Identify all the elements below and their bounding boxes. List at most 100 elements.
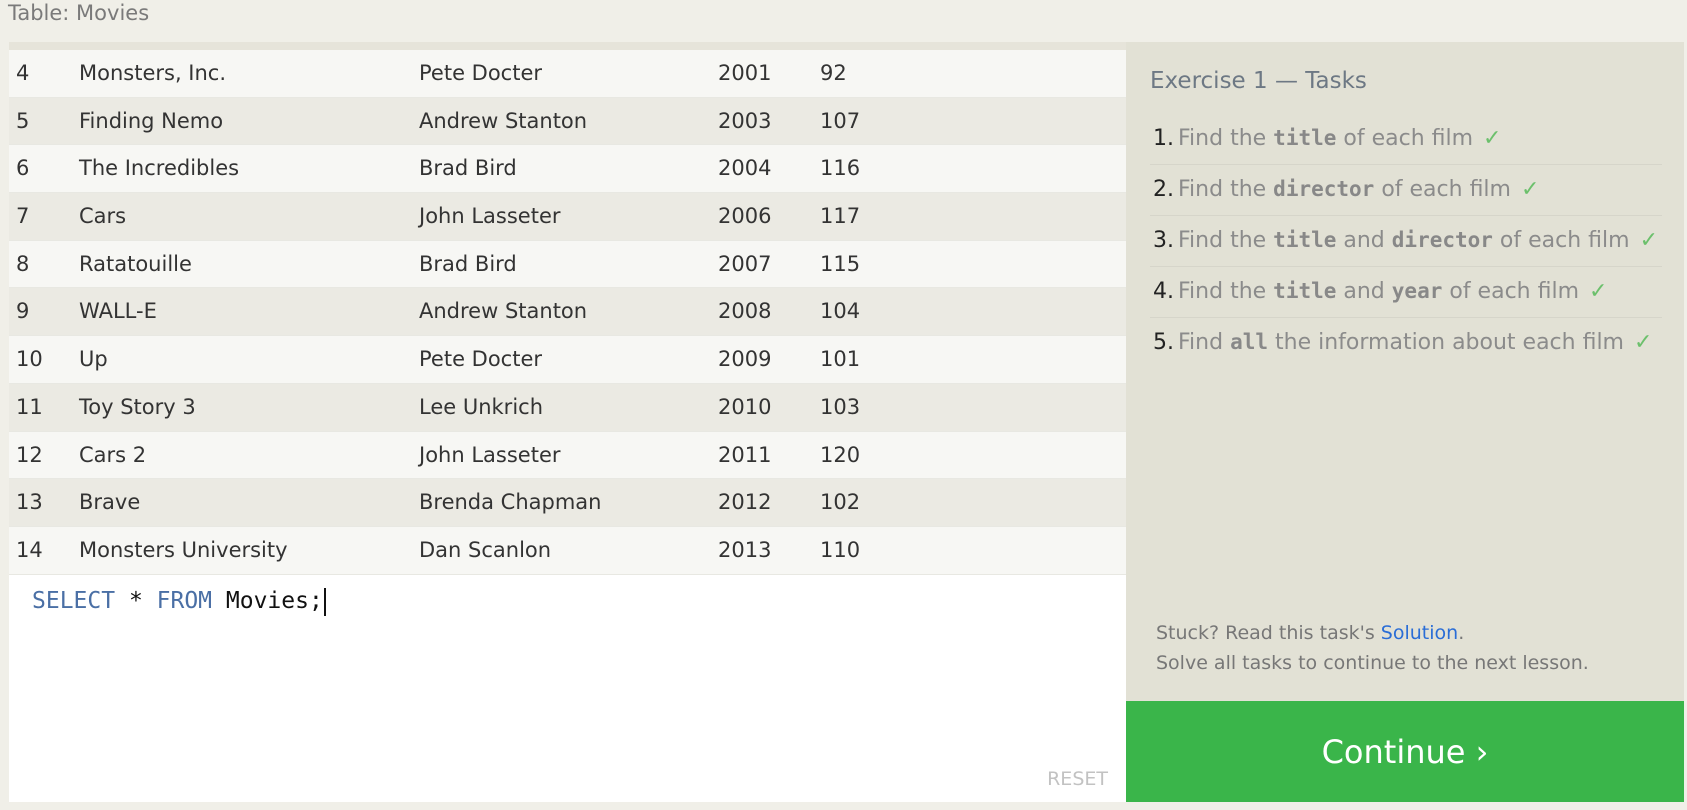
task-text: of each film <box>1492 228 1630 253</box>
task-code-term: all <box>1230 330 1269 354</box>
table-row: 8 Ratatouille Brad Bird 2007 115 <box>9 240 1126 289</box>
task-item: 5. Find all the information about each fi… <box>1150 318 1662 368</box>
task-text: the information about each film <box>1268 330 1624 355</box>
table-row: 6 The Incredibles Brad Bird 2004 116 <box>9 145 1126 194</box>
cell-length: 92 <box>820 61 847 85</box>
task-code-term: title <box>1273 126 1337 150</box>
task-panel-title: Exercise 1 — Tasks <box>1150 68 1367 94</box>
sql-keyword-from: FROM <box>156 588 213 614</box>
table-row: 11 Toy Story 3 Lee Unkrich 2010 103 <box>9 383 1126 432</box>
task-number: 3. <box>1153 228 1174 253</box>
cell-director: Pete Docter <box>419 61 543 85</box>
cell-year: 2006 <box>718 204 772 229</box>
cell-director: Lee Unkrich <box>419 394 544 419</box>
cell-length: 120 <box>820 442 861 467</box>
cell-id: 7 <box>16 204 30 229</box>
cell-year: 2009 <box>718 347 772 372</box>
task-text: of each film <box>1442 279 1579 304</box>
task-text: Find <box>1178 330 1231 355</box>
table-caption: Table: Movies <box>8 1 150 25</box>
solution-link[interactable]: Solution <box>1381 622 1458 644</box>
task-code-term: year <box>1391 279 1443 303</box>
cell-title: Cars <box>79 204 127 229</box>
sql-editor[interactable]: SELECT * FROM Movies; RESET <box>9 575 1126 802</box>
cell-id: 11 <box>16 394 43 419</box>
cell-id: 14 <box>16 537 43 562</box>
sql-table-name: Movies; <box>212 588 323 614</box>
cell-director: John Lasseter <box>419 442 561 467</box>
cell-length: 116 <box>820 156 861 181</box>
text-cursor <box>323 587 326 616</box>
cell-length: 117 <box>820 204 861 229</box>
cell-director: Pete Docter <box>419 347 543 372</box>
cell-director: Brad Bird <box>419 251 517 276</box>
checkmark-icon: ✓ <box>1589 279 1608 304</box>
cell-year: 2003 <box>718 108 772 133</box>
table-row: 10 Up Pete Docter 2009 101 <box>9 336 1126 384</box>
table-row: 7 Cars John Lasseter 2006 117 <box>9 193 1126 241</box>
continue-note: Solve all tasks to continue to the next … <box>1156 652 1589 674</box>
cell-year: 2004 <box>718 156 772 181</box>
results-table[interactable]: 4 Monsters, Inc. Pete Docter 2001 92 5 Finding… <box>9 50 1126 575</box>
table-row: 14 Monsters University Dan Scanlon 2013 110 <box>9 526 1126 575</box>
task-number: 1. <box>1153 126 1174 151</box>
sql-keyword-select: SELECT <box>32 588 116 614</box>
sql-query[interactable]: SELECT * FROM Movies; <box>32 581 326 621</box>
cell-title: Toy Story 3 <box>79 394 196 419</box>
task-code-term: title <box>1273 279 1337 303</box>
task-code-term: director <box>1391 228 1493 252</box>
cell-title: Finding Nemo <box>79 108 224 133</box>
cell-director: Brenda Chapman <box>419 490 602 515</box>
cell-id: 10 <box>16 347 43 372</box>
task-item: 2. Find the director of each film ✓ <box>1150 165 1662 216</box>
task-number: 5. <box>1153 330 1174 355</box>
cell-director: Andrew Stanton <box>419 108 588 133</box>
task-item: 3. Find the title and director of each fi… <box>1150 216 1662 267</box>
cell-year: 2007 <box>718 251 772 276</box>
stuck-suffix: . <box>1458 622 1465 644</box>
cell-year: 2013 <box>718 537 772 562</box>
checkmark-icon: ✓ <box>1483 126 1502 151</box>
cell-title: The Incredibles <box>79 156 240 181</box>
task-text: of each film <box>1336 126 1474 151</box>
checkmark-icon: ✓ <box>1634 330 1653 355</box>
sql-star: * <box>115 588 157 614</box>
cell-id: 5 <box>16 108 30 133</box>
cell-year: 2008 <box>718 299 772 324</box>
cell-id: 8 <box>16 251 30 276</box>
task-list: 1. Find the title of each film ✓ 2. Find the… <box>1150 114 1662 368</box>
cell-length: 107 <box>820 108 861 133</box>
task-panel: Exercise 1 — Tasks 1. Find the title of e… <box>1126 42 1684 802</box>
cell-length: 101 <box>820 347 861 372</box>
table-row: 4 Monsters, Inc. Pete Docter 2001 92 <box>9 50 1126 98</box>
cell-title: Brave <box>79 490 141 515</box>
checkmark-icon: ✓ <box>1520 177 1540 202</box>
cell-id: 13 <box>16 490 43 515</box>
cell-title: Cars 2 <box>79 442 147 467</box>
cell-length: 104 <box>820 299 861 324</box>
cell-title: WALL-E <box>79 299 157 324</box>
task-item: 1. Find the title of each film ✓ <box>1150 114 1662 165</box>
table-row: 13 Brave Brenda Chapman 2012 102 <box>9 479 1126 527</box>
workspace: 4 Monsters, Inc. Pete Docter 2001 92 5 Finding… <box>9 42 1684 802</box>
cell-year: 2010 <box>718 394 772 419</box>
task-number: 2. <box>1153 177 1174 202</box>
task-text: and <box>1336 279 1392 304</box>
task-text: Find the <box>1178 228 1274 253</box>
task-code-term: director <box>1273 177 1375 201</box>
stuck-text: Stuck? Read this task's <box>1156 622 1381 644</box>
reset-button[interactable]: RESET <box>1047 768 1108 790</box>
cell-length: 103 <box>820 394 861 419</box>
cell-title: Monsters University <box>79 537 288 562</box>
continue-button[interactable]: Continue › <box>1126 701 1684 802</box>
cell-id: 9 <box>16 299 30 324</box>
task-text: and <box>1336 228 1392 253</box>
cell-director: Andrew Stanton <box>419 299 588 324</box>
cell-length: 110 <box>820 537 861 562</box>
cell-title: Ratatouille <box>79 251 192 276</box>
cell-id: 4 <box>16 61 30 85</box>
cell-id: 6 <box>16 156 30 181</box>
cell-length: 102 <box>820 490 861 515</box>
cell-length: 115 <box>820 251 861 276</box>
table-row: 12 Cars 2 John Lasseter 2011 120 <box>9 431 1126 480</box>
